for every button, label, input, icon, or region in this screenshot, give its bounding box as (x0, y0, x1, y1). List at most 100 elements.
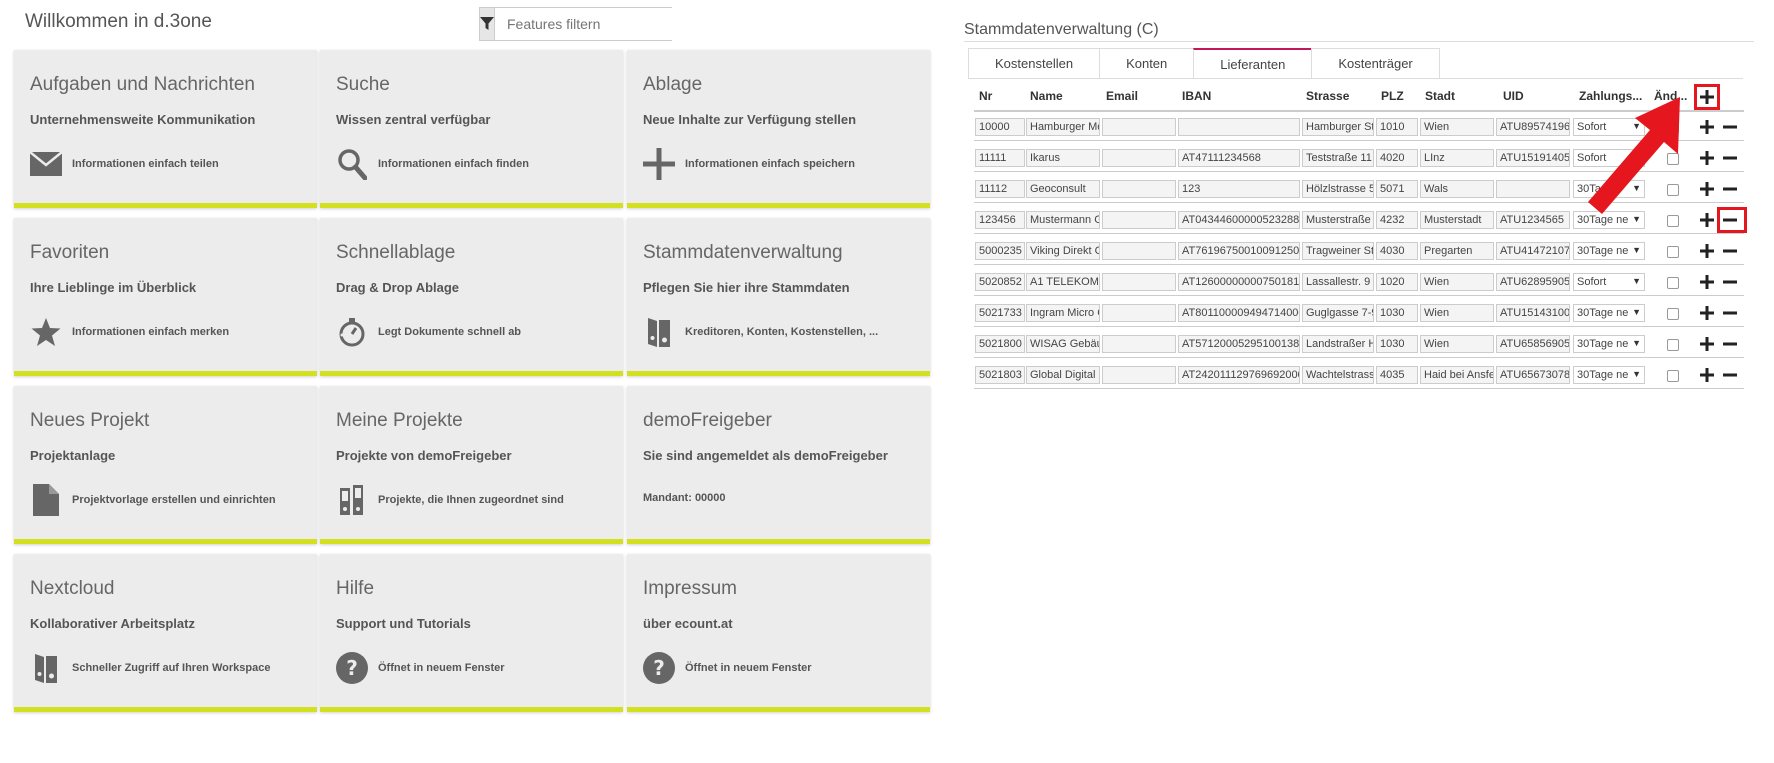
changed-checkbox[interactable] (1667, 339, 1679, 351)
uid-field[interactable]: ATU65856905 (1496, 335, 1570, 353)
nr-field[interactable]: 5021800 (975, 335, 1025, 353)
tile-nextcloud[interactable]: Nextcloud Kollaborativer Arbeitsplatz Schn… (14, 554, 317, 712)
remove-row-icon[interactable] (1721, 149, 1739, 167)
email-field[interactable] (1102, 180, 1176, 198)
zahlung-select[interactable]: 30Tage ne ▼ (1573, 242, 1645, 260)
iban-field[interactable] (1178, 118, 1300, 136)
column-header[interactable]: Name (1030, 89, 1063, 103)
column-header[interactable]: Nr (979, 89, 992, 103)
nr-field[interactable]: 5021803 (975, 366, 1025, 384)
nr-field[interactable]: 10000 (975, 118, 1025, 136)
tab-kostentr-ger[interactable]: Kostenträger (1311, 48, 1440, 78)
plz-field[interactable]: 1030 (1376, 335, 1418, 353)
tile-schnellablage[interactable]: Schnellablage Drag & Drop Ablage Legt Doku… (320, 218, 623, 376)
email-field[interactable] (1102, 273, 1176, 291)
changed-checkbox[interactable] (1667, 370, 1679, 382)
stadt-field[interactable]: Wien (1420, 304, 1494, 322)
zahlung-select[interactable]: 30Tage ne ▼ (1573, 304, 1645, 322)
name-field[interactable]: Viking Direkt G (1026, 242, 1100, 260)
iban-field[interactable]: AT571200052951001384 (1178, 335, 1300, 353)
email-field[interactable] (1102, 211, 1176, 229)
iban-field[interactable]: AT126000000007501818 (1178, 273, 1300, 291)
nr-field[interactable]: 123456 (975, 211, 1025, 229)
add-row-button[interactable] (1694, 84, 1720, 110)
plz-field[interactable]: 4030 (1376, 242, 1418, 260)
strasse-field[interactable]: Lassallestr. 9 (1302, 273, 1374, 291)
remove-row-icon[interactable] (1721, 366, 1739, 384)
strasse-field[interactable]: Tragweiner Str (1302, 242, 1374, 260)
name-field[interactable]: Global Digital I (1026, 366, 1100, 384)
changed-checkbox[interactable] (1667, 277, 1679, 289)
name-field[interactable]: Mustermann G (1026, 211, 1100, 229)
add-row-icon[interactable] (1698, 149, 1716, 167)
column-header[interactable]: IBAN (1182, 89, 1211, 103)
nr-field[interactable]: 5000235 (975, 242, 1025, 260)
tile-meine-projekte[interactable]: Meine Projekte Projekte von demoFreigeber… (320, 386, 623, 544)
uid-field[interactable]: ATU1234565 (1496, 211, 1570, 229)
add-row-icon[interactable] (1698, 211, 1716, 229)
column-header[interactable]: Email (1106, 89, 1138, 103)
changed-checkbox[interactable] (1667, 246, 1679, 258)
tab-lieferanten[interactable]: Lieferanten (1193, 48, 1313, 78)
plz-field[interactable]: 1030 (1376, 304, 1418, 322)
tile-impressum[interactable]: Impressum über ecount.at? Öffnet in neuem … (627, 554, 930, 712)
uid-field[interactable]: ATU15143100 (1496, 304, 1570, 322)
uid-field[interactable]: ATU15191405 (1496, 149, 1570, 167)
tab-kostenstellen[interactable]: Kostenstellen (968, 48, 1101, 78)
email-field[interactable] (1102, 149, 1176, 167)
remove-row-icon[interactable] (1721, 180, 1739, 198)
plz-field[interactable]: 1010 (1376, 118, 1418, 136)
stadt-field[interactable]: Pregarten (1420, 242, 1494, 260)
stadt-field[interactable]: Wien (1420, 273, 1494, 291)
iban-field[interactable]: 123 (1178, 180, 1300, 198)
remove-row-icon[interactable] (1721, 242, 1739, 260)
uid-field[interactable]: ATU41472107 (1496, 242, 1570, 260)
plz-field[interactable]: 5071 (1376, 180, 1418, 198)
uid-field[interactable] (1496, 180, 1570, 198)
add-row-icon[interactable] (1698, 304, 1716, 322)
plz-field[interactable]: 1020 (1376, 273, 1418, 291)
email-field[interactable] (1102, 335, 1176, 353)
name-field[interactable]: Ikarus (1026, 149, 1100, 167)
changed-checkbox[interactable] (1667, 308, 1679, 320)
add-row-icon[interactable] (1698, 273, 1716, 291)
nr-field[interactable]: 5020852 (975, 273, 1025, 291)
tile-stammdatenverwaltung[interactable]: Stammdatenverwaltung Pflegen Sie hier ihr… (627, 218, 930, 376)
add-row-icon[interactable] (1698, 335, 1716, 353)
nr-field[interactable]: 11112 (975, 180, 1025, 198)
stadt-field[interactable]: LInz (1420, 149, 1494, 167)
tile-suche[interactable]: Suche Wissen zentral verfügbar Information… (320, 50, 623, 208)
email-field[interactable] (1102, 366, 1176, 384)
iban-field[interactable]: AT242011129769692000 (1178, 366, 1300, 384)
add-row-icon[interactable] (1698, 180, 1716, 198)
name-field[interactable]: Hamburger Mö (1026, 118, 1100, 136)
strasse-field[interactable]: Guglgasse 7-9 (1302, 304, 1374, 322)
nr-field[interactable]: 11111 (975, 149, 1025, 167)
tile-ablage[interactable]: Ablage Neue Inhalte zur Verfügung stellen… (627, 50, 930, 208)
plz-field[interactable]: 4035 (1376, 366, 1418, 384)
filter-icon[interactable] (480, 8, 495, 40)
iban-field[interactable]: AT47111234568 (1178, 149, 1300, 167)
uid-field[interactable]: ATU62895905 (1496, 273, 1570, 291)
name-field[interactable]: A1 TELEKOM A (1026, 273, 1100, 291)
tile-favoriten[interactable]: Favoriten Ihre Lieblinge im Überblick Info… (14, 218, 317, 376)
tile-demofreigeber[interactable]: demoFreigeber Sie sind angemeldet als dem… (627, 386, 930, 544)
remove-row-icon[interactable] (1721, 335, 1739, 353)
name-field[interactable]: Geoconsult (1026, 180, 1100, 198)
add-row-icon[interactable] (1698, 366, 1716, 384)
iban-field[interactable]: AT043446000005232889 (1178, 211, 1300, 229)
tile-aufgaben-und-nachrichten[interactable]: Aufgaben und Nachrichten Unternehmensweit… (14, 50, 317, 208)
strasse-field[interactable]: Hamburger Str (1302, 118, 1374, 136)
tile-hilfe[interactable]: Hilfe Support und Tutorials? Öffnet in neu… (320, 554, 623, 712)
uid-field[interactable]: ATU89574196 (1496, 118, 1570, 136)
stadt-field[interactable]: Musterstadt (1420, 211, 1494, 229)
uid-field[interactable]: ATU65673078 (1496, 366, 1570, 384)
column-header[interactable]: Stadt (1425, 89, 1455, 103)
stadt-field[interactable]: Wals (1420, 180, 1494, 198)
name-field[interactable]: WISAG Gebäu (1026, 335, 1100, 353)
add-row-icon[interactable] (1698, 242, 1716, 260)
remove-row-icon[interactable] (1721, 118, 1739, 136)
name-field[interactable]: Ingram Micro G (1026, 304, 1100, 322)
remove-row-icon[interactable] (1721, 273, 1739, 291)
remove-row-icon[interactable] (1721, 304, 1739, 322)
